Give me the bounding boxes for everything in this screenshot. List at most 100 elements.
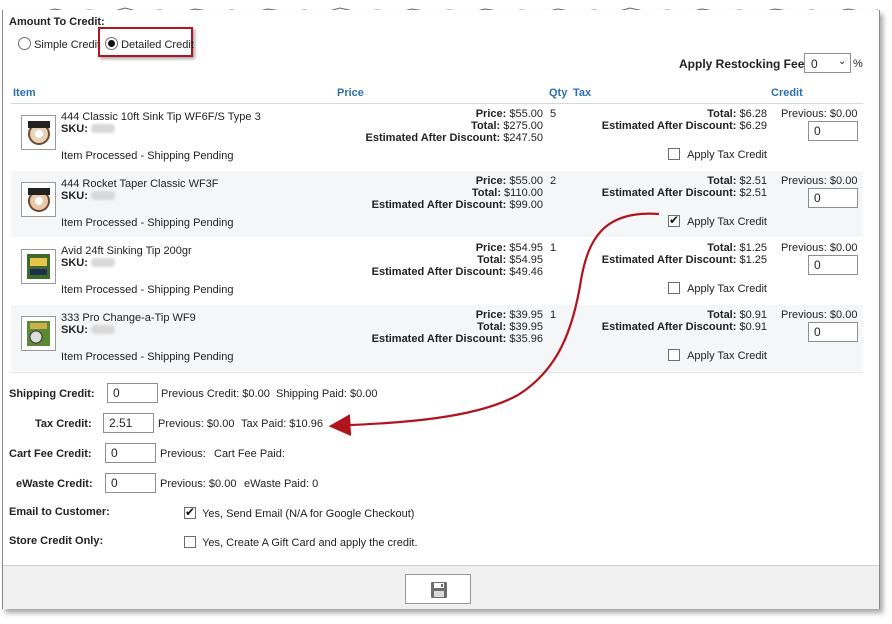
column-header-credit[interactable]: Credit bbox=[771, 87, 803, 99]
quantity: 2 bbox=[550, 175, 557, 187]
store-credit-label: Store Credit Only: bbox=[9, 535, 104, 547]
footer-bar bbox=[3, 565, 879, 609]
product-name: 333 Pro Change-a-Tip WF9 bbox=[61, 312, 196, 324]
item-status: Item Processed - Shipping Pending bbox=[61, 284, 234, 296]
item-status: Item Processed - Shipping Pending bbox=[61, 150, 234, 162]
column-header-item[interactable]: Item bbox=[13, 87, 36, 99]
apply-tax-checkbox[interactable] bbox=[668, 349, 680, 361]
item-status: Item Processed - Shipping Pending bbox=[61, 217, 234, 229]
sku-label: SKU: bbox=[61, 257, 115, 269]
product-thumbnail bbox=[21, 182, 56, 217]
shipping-credit-input[interactable]: 0 bbox=[107, 383, 158, 403]
column-header-price[interactable]: Price bbox=[337, 87, 364, 99]
sku-label: SKU: bbox=[61, 324, 115, 336]
credit-input[interactable]: 0 bbox=[808, 121, 858, 141]
cart-fee-credit-input[interactable]: 0 bbox=[105, 443, 156, 463]
apply-tax-label: Apply Tax Credit bbox=[687, 283, 767, 295]
chevron-down-icon: ⌄ bbox=[838, 56, 847, 67]
table-row: 444 Classic 10ft Sink Tip WF6F/S Type 3 … bbox=[11, 104, 863, 170]
table-row: Avid 24ft Sinking Tip 200gr SKU: Item Pr… bbox=[11, 238, 863, 304]
ewaste-credit-input[interactable]: 0 bbox=[105, 473, 156, 493]
apply-tax-label: Apply Tax Credit bbox=[687, 216, 767, 228]
sku-redacted bbox=[90, 191, 115, 200]
apply-tax-credit[interactable]: Apply Tax Credit bbox=[668, 282, 767, 295]
save-button[interactable] bbox=[405, 574, 471, 604]
table-row: 444 Rocket Taper Classic WF3F SKU: Item … bbox=[11, 171, 863, 237]
price-block: Price: $39.95 Total: $39.95 Estimated Af… bbox=[371, 309, 543, 345]
detailed-credit-label: Detailed Credit bbox=[121, 39, 194, 51]
restocking-fee-value: 0 bbox=[811, 57, 818, 71]
sku-redacted bbox=[90, 325, 115, 334]
previous-credit: Previous: $0.00 bbox=[781, 242, 858, 254]
gift-card-checkbox[interactable] bbox=[184, 536, 196, 548]
restocking-fee-label: Apply Restocking Fee: bbox=[679, 57, 809, 71]
apply-tax-checkbox[interactable] bbox=[668, 213, 680, 227]
apply-tax-credit[interactable]: Apply Tax Credit bbox=[668, 148, 767, 161]
table-divider bbox=[11, 372, 863, 373]
apply-tax-credit[interactable]: Apply Tax Credit bbox=[668, 349, 767, 362]
shipping-credit-label: Shipping Credit: bbox=[9, 388, 95, 400]
price-block: Price: $54.95 Total: $54.95 Estimated Af… bbox=[371, 242, 543, 278]
tax-block: Total: $2.51 Estimated After Discount: $… bbox=[601, 175, 767, 199]
sku-label: SKU: bbox=[61, 190, 115, 202]
tax-paid: Tax Paid: $10.96 bbox=[241, 418, 323, 430]
sku-label: SKU: bbox=[61, 123, 115, 135]
cart-fee-credit-label: Cart Fee Credit: bbox=[9, 448, 92, 460]
ewaste-paid: eWaste Paid: 0 bbox=[244, 478, 319, 490]
credit-input[interactable]: 0 bbox=[808, 255, 858, 275]
tax-previous-credit: Previous: $0.00 bbox=[158, 418, 235, 430]
previous-credit: Previous: $0.00 bbox=[781, 175, 858, 187]
item-status: Item Processed - Shipping Pending bbox=[61, 351, 234, 363]
column-header-qty[interactable]: Qty bbox=[549, 87, 567, 99]
send-email-option[interactable]: Yes, Send Email (N/A for Google Checkout… bbox=[184, 505, 415, 520]
amount-to-credit-label: Amount To Credit: bbox=[9, 16, 105, 28]
apply-tax-credit[interactable]: Apply Tax Credit bbox=[668, 213, 767, 228]
product-name: Avid 24ft Sinking Tip 200gr bbox=[61, 245, 192, 257]
column-header-tax[interactable]: Tax bbox=[573, 87, 591, 99]
tax-block: Total: $1.25 Estimated After Discount: $… bbox=[601, 242, 767, 266]
credit-input[interactable]: 0 bbox=[808, 322, 858, 342]
previous-credit: Previous: $0.00 bbox=[781, 309, 858, 321]
tax-block: Total: $0.91 Estimated After Discount: $… bbox=[601, 309, 767, 333]
product-thumbnail bbox=[21, 249, 56, 284]
apply-tax-label: Apply Tax Credit bbox=[687, 149, 767, 161]
gift-card-option[interactable]: Yes, Create A Gift Card and apply the cr… bbox=[184, 536, 418, 549]
product-thumbnail bbox=[21, 316, 56, 351]
tax-credit-label: Tax Credit: bbox=[35, 418, 92, 430]
apply-tax-label: Apply Tax Credit bbox=[687, 350, 767, 362]
detailed-credit-radio[interactable] bbox=[105, 37, 118, 50]
restocking-fee-unit: % bbox=[853, 58, 863, 70]
quantity: 5 bbox=[550, 108, 557, 120]
simple-credit-label: Simple Credit bbox=[34, 39, 101, 51]
send-email-label: Yes, Send Email (N/A for Google Checkout… bbox=[202, 508, 415, 520]
apply-tax-checkbox[interactable] bbox=[668, 282, 680, 294]
simple-credit-radio[interactable] bbox=[18, 37, 31, 50]
floppy-disk-icon bbox=[431, 582, 447, 598]
price-block: Price: $55.00 Total: $110.00 Estimated A… bbox=[371, 175, 543, 211]
quantity: 1 bbox=[550, 242, 557, 254]
send-email-checkbox[interactable] bbox=[184, 505, 196, 519]
sku-redacted bbox=[90, 124, 115, 133]
table-header: Item Price Qty Tax Credit bbox=[11, 85, 863, 104]
tax-credit-input[interactable]: 2.51 bbox=[103, 413, 154, 433]
product-thumbnail bbox=[21, 115, 56, 150]
simple-credit-option[interactable]: Simple Credit bbox=[18, 37, 100, 51]
email-customer-label: Email to Customer: bbox=[9, 506, 110, 518]
product-name: 444 Rocket Taper Classic WF3F bbox=[61, 178, 219, 190]
quantity: 1 bbox=[550, 309, 557, 321]
cart-fee-previous: Previous: bbox=[160, 448, 206, 460]
credit-input[interactable]: 0 bbox=[808, 188, 858, 208]
detailed-credit-option[interactable]: Detailed Credit bbox=[105, 37, 194, 51]
ewaste-credit-label: eWaste Credit: bbox=[16, 478, 93, 490]
tax-block: Total: $6.28 Estimated After Discount: $… bbox=[601, 108, 767, 132]
apply-tax-checkbox[interactable] bbox=[668, 148, 680, 160]
product-name: 444 Classic 10ft Sink Tip WF6F/S Type 3 bbox=[61, 111, 261, 123]
cart-fee-paid: Cart Fee Paid: bbox=[214, 448, 285, 460]
shipping-previous-credit: Previous Credit: $0.00 bbox=[161, 388, 270, 400]
price-block: Price: $55.00 Total: $275.00 Estimated A… bbox=[365, 108, 544, 144]
shipping-paid: Shipping Paid: $0.00 bbox=[276, 388, 378, 400]
gift-card-label: Yes, Create A Gift Card and apply the cr… bbox=[202, 537, 418, 549]
restocking-fee-select[interactable]: 0 ⌄ bbox=[804, 53, 851, 73]
ewaste-previous: Previous: $0.00 bbox=[160, 478, 237, 490]
credit-panel: Amount To Credit: Simple Credit Detailed… bbox=[2, 10, 880, 609]
